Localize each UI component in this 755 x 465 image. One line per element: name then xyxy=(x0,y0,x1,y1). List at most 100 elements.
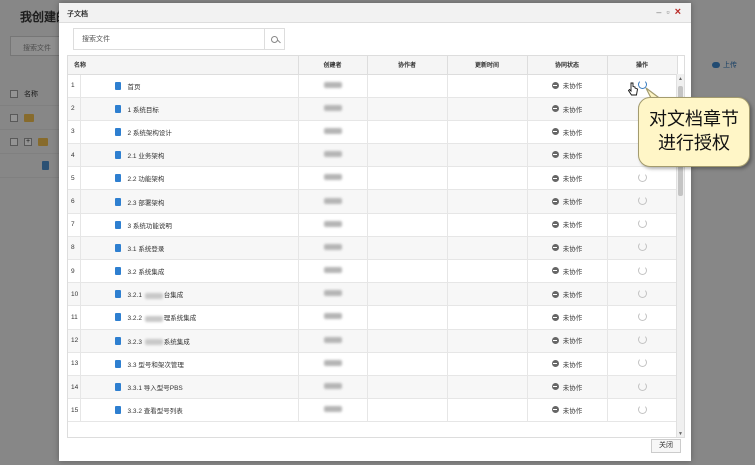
document-name[interactable]: 3.3.1 导入型号PBS xyxy=(128,382,183,392)
minimize-icon[interactable]: – xyxy=(656,6,661,18)
table-row[interactable]: 11 3.2.2 理系统集成 未协作 xyxy=(68,305,678,330)
action-cell xyxy=(607,282,678,307)
authorize-icon[interactable] xyxy=(637,288,647,298)
document-icon xyxy=(114,127,121,136)
redacted-creator xyxy=(323,313,342,320)
close-icon[interactable]: × xyxy=(675,6,681,18)
creator-cell xyxy=(298,97,368,121)
document-name[interactable]: 3.2 系统集成 xyxy=(128,266,165,276)
row-index: 5 xyxy=(68,166,81,191)
authorize-icon[interactable] xyxy=(637,265,647,275)
table-row[interactable]: 6 2.3 部署架构 未协作 xyxy=(68,189,678,214)
scroll-down-icon[interactable]: ▼ xyxy=(678,431,683,437)
collaborator-cell xyxy=(367,398,448,423)
table-row[interactable]: 12 3.2.3 系统集成 未协作 xyxy=(68,329,678,353)
row-index: 9 xyxy=(68,259,81,284)
status-cell: 未协作 xyxy=(527,329,608,353)
document-name[interactable]: 3 系统功能说明 xyxy=(128,220,172,230)
table-row[interactable]: 9 3.2 系统集成 未协作 xyxy=(68,259,678,284)
status-cell: 未协作 xyxy=(527,143,608,168)
document-name[interactable]: 2 系统架构设计 xyxy=(128,127,172,137)
column-header-creator[interactable]: 创建者 xyxy=(298,56,368,75)
redacted-creator xyxy=(323,104,342,111)
authorize-icon[interactable] xyxy=(637,381,647,391)
search-box xyxy=(73,28,285,50)
search-button[interactable] xyxy=(264,29,284,49)
document-name[interactable]: 1 系统目标 xyxy=(128,104,159,114)
table-row[interactable]: 2 1 系统目标 未协作 xyxy=(68,97,678,121)
dialog-title: 子文档 xyxy=(67,11,88,18)
status-label: 未协作 xyxy=(562,129,583,137)
status-cell: 未协作 xyxy=(527,305,608,330)
column-header-collaborator[interactable]: 协作者 xyxy=(367,56,448,75)
document-name[interactable]: 首页 xyxy=(128,81,141,91)
creator-cell xyxy=(298,329,368,353)
creator-cell xyxy=(298,398,368,423)
status-label: 未协作 xyxy=(562,384,583,392)
updated-cell xyxy=(447,329,528,353)
document-name-suffix: 台集成 xyxy=(163,292,184,300)
action-cell xyxy=(607,74,678,98)
status-icon xyxy=(551,290,559,298)
document-name[interactable]: 3.2.3 系统集成 xyxy=(128,336,190,346)
updated-cell xyxy=(447,97,528,121)
updated-cell xyxy=(447,143,528,168)
row-index: 6 xyxy=(68,189,81,214)
status-cell: 未协作 xyxy=(527,74,608,98)
authorize-icon[interactable] xyxy=(637,219,647,229)
action-cell xyxy=(607,352,678,376)
document-name[interactable]: 2.3 部署架构 xyxy=(128,197,165,207)
authorize-icon[interactable] xyxy=(637,311,647,321)
action-cell xyxy=(607,166,678,191)
document-name[interactable]: 2.1 业务架构 xyxy=(128,150,165,160)
status-icon xyxy=(551,336,559,344)
document-name[interactable]: 3.1 系统登录 xyxy=(128,243,165,253)
search-input[interactable] xyxy=(74,29,264,49)
document-icon xyxy=(114,313,121,322)
document-name[interactable]: 3.3.2 查看型号列表 xyxy=(128,405,183,415)
close-button[interactable]: 关闭 xyxy=(651,439,681,453)
redacted-creator xyxy=(323,220,342,227)
subdocument-table: 名称 创建者 协作者 更新时间 协同状态 操作 1 首页 未协作 2 1 系统目… xyxy=(67,55,685,438)
redacted-creator xyxy=(323,174,342,181)
table-header-row: 名称 创建者 协作者 更新时间 协同状态 操作 xyxy=(68,56,678,75)
authorize-icon[interactable] xyxy=(637,196,647,206)
name-cell: 2.1 业务架构 xyxy=(80,143,299,168)
document-name[interactable]: 2.2 功能架构 xyxy=(128,173,165,183)
maximize-icon[interactable]: ▫ xyxy=(666,6,669,18)
redacted-creator xyxy=(323,243,342,250)
scroll-up-icon[interactable]: ▲ xyxy=(678,76,683,82)
table-row[interactable]: 1 首页 未协作 xyxy=(68,74,678,98)
row-index: 10 xyxy=(68,282,81,307)
table-row[interactable]: 10 3.2.1 台集成 未协作 xyxy=(68,282,678,307)
column-header-name[interactable]: 名称 xyxy=(68,56,299,75)
status-label: 未协作 xyxy=(562,407,583,415)
row-index: 4 xyxy=(68,143,81,168)
table-row[interactable]: 14 3.3.1 导入型号PBS 未协作 xyxy=(68,375,678,400)
collaborator-cell xyxy=(367,120,448,145)
authorize-icon[interactable] xyxy=(637,172,647,182)
table-row[interactable]: 7 3 系统功能说明 未协作 xyxy=(68,213,678,237)
row-index: 11 xyxy=(68,305,81,330)
authorize-icon[interactable] xyxy=(637,242,647,252)
authorize-icon[interactable] xyxy=(637,358,647,368)
column-header-actions[interactable]: 操作 xyxy=(607,56,678,75)
table-row[interactable]: 3 2 系统架构设计 未协作 xyxy=(68,120,678,145)
table-row[interactable]: 8 3.1 系统登录 未协作 xyxy=(68,236,678,261)
document-name[interactable]: 3.2.2 理系统集成 xyxy=(128,312,197,322)
table-row[interactable]: 13 3.3 型号和架次管理 未协作 xyxy=(68,352,678,376)
document-icon xyxy=(114,406,121,415)
table-row[interactable]: 15 3.3.2 查看型号列表 未协作 xyxy=(68,398,678,423)
column-header-status[interactable]: 协同状态 xyxy=(527,56,608,75)
document-name[interactable]: 3.2.1 台集成 xyxy=(128,289,184,299)
redacted-creator xyxy=(323,406,342,413)
authorize-icon[interactable] xyxy=(637,404,647,414)
collaborator-cell xyxy=(367,375,448,400)
column-header-updated[interactable]: 更新时间 xyxy=(447,56,528,75)
row-index: 12 xyxy=(68,329,81,353)
authorize-icon[interactable] xyxy=(637,335,647,345)
document-name[interactable]: 3.3 型号和架次管理 xyxy=(128,359,184,369)
row-index: 1 xyxy=(68,74,81,98)
table-row[interactable]: 4 2.1 业务架构 未协作 xyxy=(68,143,678,168)
table-row[interactable]: 5 2.2 功能架构 未协作 xyxy=(68,166,678,191)
